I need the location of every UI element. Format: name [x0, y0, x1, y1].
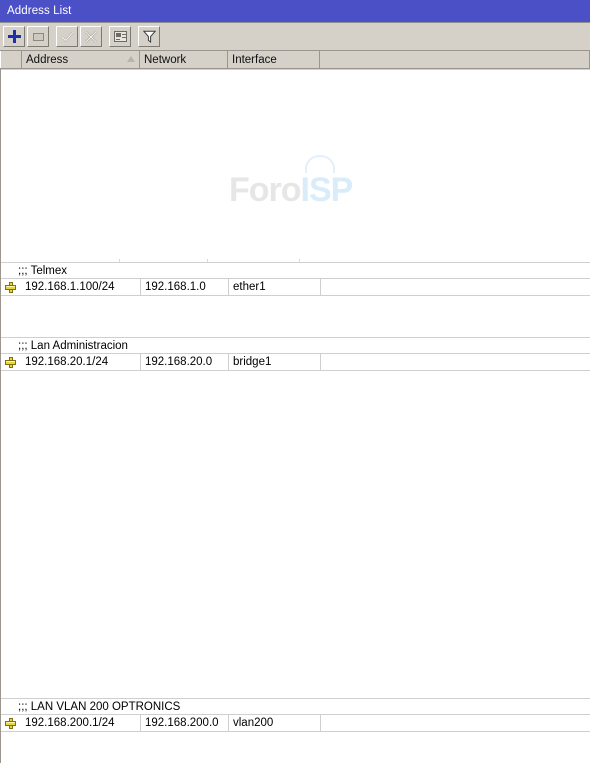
- column-header-network[interactable]: Network: [140, 51, 228, 68]
- comment-icon: [113, 31, 127, 42]
- cell-address: 192.168.20.1/24: [23, 354, 141, 370]
- row-divider: [1, 370, 590, 371]
- address-list-window: Address List Address Network Interface F…: [0, 0, 590, 763]
- column-header-interface-label: Interface: [232, 53, 277, 66]
- table-header-row: Address Network Interface: [0, 51, 590, 69]
- column-header-interface[interactable]: Interface: [228, 51, 320, 68]
- column-header-flag[interactable]: [0, 51, 22, 68]
- window-titlebar: Address List: [0, 0, 590, 23]
- table-row[interactable]: 192.168.200.1/24 192.168.200.0 vlan200: [1, 715, 590, 731]
- minus-icon: [32, 32, 44, 41]
- column-header-extra[interactable]: [320, 51, 590, 68]
- cell-network: 192.168.20.0: [141, 354, 229, 370]
- cell-extra: [321, 715, 590, 731]
- sort-ascending-icon: [127, 56, 135, 62]
- enable-button[interactable]: [56, 26, 78, 47]
- cell-interface: bridge1: [229, 354, 321, 370]
- cell-address: 192.168.200.1/24: [23, 715, 141, 731]
- table-body[interactable]: ForoISP ;;; Telmex 192.168.1.100/24 192.…: [0, 69, 590, 763]
- add-button[interactable]: [3, 26, 25, 47]
- column-header-address-label: Address: [26, 53, 69, 66]
- window-title: Address List: [7, 5, 72, 17]
- group-comment-row[interactable]: ;;; Lan Administracion: [1, 338, 590, 353]
- check-icon: [60, 31, 74, 43]
- cell-network: 192.168.1.0: [141, 279, 229, 295]
- disable-button[interactable]: [80, 26, 102, 47]
- row-flag-cell: [1, 354, 23, 370]
- row-divider: [1, 731, 590, 732]
- row-divider: [1, 295, 590, 296]
- comment-button[interactable]: [109, 26, 131, 47]
- watermark-secondary: ISP: [300, 171, 354, 209]
- row-divider: [1, 69, 590, 70]
- group-comment-text: ;;; Telmex: [18, 264, 67, 277]
- table-row[interactable]: 192.168.20.1/24 192.168.20.0 bridge1: [1, 354, 590, 370]
- group-comment-row[interactable]: ;;; LAN VLAN 200 OPTRONICS: [1, 699, 590, 714]
- group-comment-text: ;;; Lan Administracion: [18, 339, 128, 352]
- x-icon: [85, 30, 97, 43]
- group-comment-row[interactable]: ;;; Telmex: [1, 263, 590, 278]
- remove-button[interactable]: [27, 26, 49, 47]
- toolbar: [0, 23, 590, 51]
- cross-icon: [4, 356, 16, 368]
- group-comment-text: ;;; LAN VLAN 200 OPTRONICS: [18, 700, 181, 713]
- row-flag-cell: [1, 715, 23, 731]
- cross-icon: [4, 717, 16, 729]
- watermark-primary: Foro: [229, 171, 302, 209]
- cell-interface: vlan200: [229, 715, 321, 731]
- cross-icon: [4, 281, 16, 293]
- plus-icon: [7, 30, 21, 43]
- table-row[interactable]: 192.168.1.100/24 192.168.1.0 ether1: [1, 279, 590, 295]
- row-flag-cell: [1, 279, 23, 295]
- column-header-address[interactable]: Address: [22, 51, 140, 68]
- cell-interface: ether1: [229, 279, 321, 295]
- cell-extra: [321, 354, 590, 370]
- filter-button[interactable]: [138, 26, 160, 47]
- watermark-arc-icon: [305, 155, 335, 173]
- cell-network: 192.168.200.0: [141, 715, 229, 731]
- cell-extra: [321, 279, 590, 295]
- filter-icon: [142, 30, 156, 43]
- column-header-network-label: Network: [144, 53, 187, 66]
- watermark: ForoISP: [229, 155, 354, 210]
- cell-address: 192.168.1.100/24: [23, 279, 141, 295]
